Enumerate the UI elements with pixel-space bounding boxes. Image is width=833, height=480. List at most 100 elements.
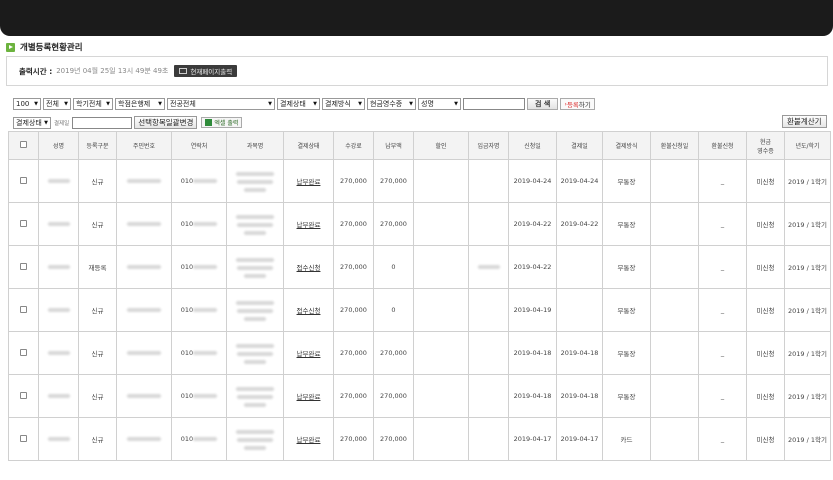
pay-status-cell[interactable]: 납부완료 [283, 159, 334, 203]
row-checkbox[interactable] [20, 391, 27, 399]
register-button[interactable]: › 등록 하기 [560, 98, 595, 110]
name-field-select-value: 성명 [421, 100, 434, 108]
payment-date-label: 결제일 [54, 120, 70, 127]
cell-text: 2019-04-17 [560, 435, 599, 443]
depositor-cell [468, 374, 509, 418]
cell-text: 신규 [91, 221, 104, 229]
pay-method-cell: 무통장 [602, 202, 651, 246]
pay-status-cell[interactable]: 납부완료 [283, 374, 334, 418]
cash-receipt-select[interactable]: 현금영수증 ▼ [367, 98, 416, 110]
row-checkbox-cell[interactable] [8, 331, 39, 375]
redacted-text [237, 223, 273, 227]
payment-status-select[interactable]: 결제상태 ▼ [277, 98, 320, 110]
row-checkbox[interactable] [20, 219, 27, 227]
cash-receipt-cell: 미신청 [746, 288, 785, 332]
cash-receipt-cell: 미신청 [746, 417, 785, 461]
row-checkbox-cell[interactable] [8, 202, 39, 246]
cell-text: 무통장 [617, 307, 636, 315]
redacted-text [244, 360, 266, 364]
row-checkbox-cell[interactable] [8, 374, 39, 418]
table-header-row: 성명 등록구분 주민번호 연락처 과목명 결제상태 수강료 납부액 할인 입금자명 신청일 결제일 결제… [8, 131, 831, 160]
row2-payment-status-select[interactable]: 결제상태 ▼ [13, 116, 51, 129]
pay-date-cell: 2019-04-17 [556, 417, 603, 461]
cell-text: 010 [180, 306, 194, 314]
row-checkbox-cell[interactable] [8, 288, 39, 332]
pay-status-link[interactable]: 납부완료 [297, 436, 321, 444]
cell-text: 270,000 [340, 220, 367, 228]
major-select[interactable]: 전공전체 ▼ [167, 98, 275, 110]
cell-text: 270,000 [340, 349, 367, 357]
chevron-down-icon: ▼ [358, 101, 362, 107]
filter-row-2: 결제상태 ▼ 결제일 선택항목일괄변경 엑셀 출력 [13, 116, 243, 129]
pay-status-cell[interactable]: 납부완료 [283, 417, 334, 461]
phone-cell: 010 [171, 417, 227, 461]
cell-text: 2019-04-22 [560, 220, 599, 228]
row-checkbox[interactable] [20, 262, 27, 270]
pay-status-cell[interactable]: 접수신청 [283, 288, 334, 332]
apply-date-cell: 2019-04-17 [508, 417, 557, 461]
paid-cell: 0 [373, 288, 414, 332]
bulk-change-button[interactable]: 선택항목일괄변경 [134, 116, 198, 129]
cell-text: 2019-04-18 [560, 392, 599, 400]
payment-method-select[interactable]: 결제방식 ▼ [322, 98, 365, 110]
name-cell [38, 417, 79, 461]
cell-text: 2019 / 1학기 [788, 350, 827, 358]
row-checkbox-cell[interactable] [8, 159, 39, 203]
cell-text: 2019-04-18 [560, 349, 599, 357]
cell-text: 2019 / 1학기 [788, 221, 827, 229]
column-header: 현금 영수증 [746, 131, 785, 160]
search-keyword-input[interactable] [463, 98, 525, 110]
search-button[interactable]: 검 색 [527, 98, 559, 110]
pay-status-link[interactable]: 접수신청 [297, 264, 321, 272]
cell-text: 무통장 [617, 221, 636, 229]
print-current-page-button[interactable]: 현재페이지출력 [174, 65, 238, 77]
refund-calculator-button[interactable]: 환불계산기 [782, 115, 827, 128]
pay-status-cell[interactable]: 접수신청 [283, 245, 334, 289]
pay-method-cell: 무통장 [602, 374, 651, 418]
reg-type-cell: 신규 [78, 159, 117, 203]
pay-status-link[interactable]: 납부완료 [297, 350, 321, 358]
semester-select[interactable]: 학기전체 ▼ [73, 98, 113, 110]
pay-status-link[interactable]: 납부완료 [297, 393, 321, 401]
select-all-checkbox[interactable] [20, 141, 27, 148]
pay-status-link[interactable]: 납부완료 [297, 221, 321, 229]
row-checkbox-cell[interactable] [8, 245, 39, 289]
cell-text: _ [720, 263, 725, 271]
page-title-row: 개별등록현황관리 [6, 40, 83, 54]
pay-status-link[interactable]: 납부완료 [297, 178, 321, 186]
row-checkbox[interactable] [20, 176, 27, 184]
ssn-cell [116, 417, 172, 461]
pay-status-cell[interactable]: 납부완료 [283, 202, 334, 246]
cell-text: 010 [180, 435, 194, 443]
reg-type-cell: 신규 [78, 331, 117, 375]
paid-cell: 270,000 [373, 159, 414, 203]
column-header: 연락처 [171, 131, 227, 160]
register-label-rest: 하기 [578, 101, 591, 109]
row-checkbox[interactable] [20, 305, 27, 313]
select-all-header[interactable] [8, 131, 39, 160]
row-checkbox[interactable] [20, 348, 27, 356]
redacted-text [47, 437, 70, 441]
course-name-stack [236, 344, 274, 364]
name-field-select[interactable]: 성명 ▼ [418, 98, 461, 110]
row-checkbox[interactable] [20, 434, 27, 442]
excel-export-button[interactable]: 엑셀 출력 [201, 117, 243, 128]
printer-icon [179, 68, 188, 74]
course-name-stack [236, 430, 274, 450]
cell-text: _ [720, 435, 725, 443]
redacted-text [477, 265, 500, 269]
bank-select[interactable]: 학점은행제 ▼ [115, 98, 165, 110]
column-header: 과목명 [226, 131, 284, 160]
reg-type-cell: 재등록 [78, 245, 117, 289]
payment-date-input[interactable] [72, 116, 133, 129]
row-checkbox-cell[interactable] [8, 417, 39, 461]
pay-method-cell: 무통장 [602, 331, 651, 375]
all-select[interactable]: 전체 ▼ [43, 98, 71, 110]
refund-request-cell: _ [698, 202, 747, 246]
pay-status-cell[interactable]: 납부완료 [283, 331, 334, 375]
cell-text: 미신청 [756, 436, 775, 444]
course-name-stack [236, 258, 274, 278]
term-cell: 2019 / 1학기 [784, 288, 831, 332]
pay-status-link[interactable]: 접수신청 [297, 307, 321, 315]
page-size-select[interactable]: 100 ▼ [13, 98, 41, 110]
